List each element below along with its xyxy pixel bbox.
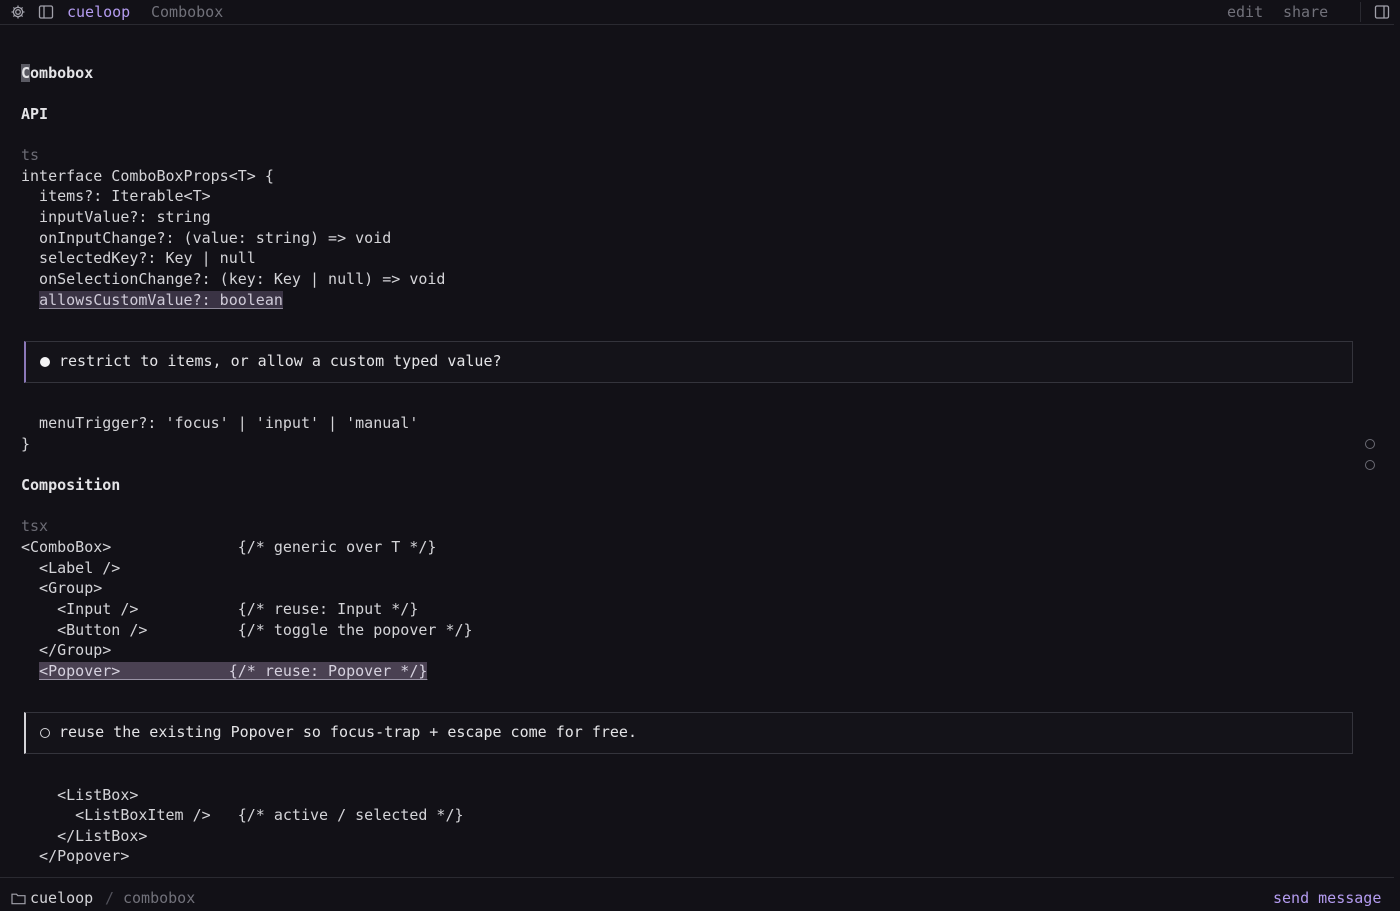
code-line-annotated[interactable]: <Popover> {/* reuse: Popover */} [21, 661, 428, 681]
code-line-annotated[interactable]: allowsCustomValue?: boolean [21, 290, 283, 310]
code-line: <Group> [21, 579, 103, 597]
top-bar: cueloop Combobox edit share [0, 0, 1394, 25]
edit-button[interactable]: edit [1227, 3, 1263, 21]
resolved-dot-icon [40, 728, 50, 738]
code-line: onInputChange?: (value: string) => void [21, 229, 392, 247]
folder-icon [11, 891, 26, 905]
comment-thread[interactable]: reuse the existing Popover so focus-trap… [24, 712, 1353, 754]
code-line: </Group> [21, 641, 112, 659]
code-line: onSelectionChange?: (key: Key | null) =>… [21, 270, 446, 288]
page-breadcrumb: Combobox [151, 3, 224, 21]
code-line: <Button /> {/* toggle the popover */} [21, 621, 473, 639]
gear-icon[interactable] [10, 4, 26, 20]
text-cursor: C [21, 64, 31, 82]
code-line: <Label /> [21, 559, 121, 577]
bottom-bar: cueloop / combobox send message [0, 877, 1394, 911]
comment-text: restrict to items, or allow a custom typ… [59, 352, 502, 370]
code-line: interface ComboBoxProps<T> { [21, 167, 274, 185]
brand-name[interactable]: cueloop [67, 3, 130, 21]
page-title: Combobox [21, 64, 94, 82]
breadcrumb-page[interactable]: combobox [123, 889, 195, 907]
breadcrumb-separator: / [105, 889, 115, 907]
code-line: <ComboBox> {/* generic over T */} [21, 538, 437, 556]
annotated-code-highlight[interactable]: allowsCustomValue?: boolean [39, 291, 283, 309]
code-line: inputValue?: string [21, 208, 211, 226]
code-language-label: ts [21, 146, 40, 164]
code-line: items?: Iterable<T> [21, 187, 211, 205]
annotated-code-highlight[interactable]: <Popover> {/* reuse: Popover */} [39, 662, 428, 680]
send-message-button[interactable]: send message [1273, 889, 1381, 907]
code-line: </ListBox> [21, 827, 148, 845]
comment-text: reuse the existing Popover so focus-trap… [59, 723, 637, 741]
workspace-name[interactable]: cueloop [30, 889, 93, 907]
code-line: menuTrigger?: 'focus' | 'input' | 'manua… [21, 414, 419, 432]
api-heading: API [21, 105, 49, 123]
code-line: </Popover> [21, 847, 130, 865]
code-line: selectedKey?: Key | null [21, 249, 256, 267]
comment-thread[interactable]: restrict to items, or allow a custom typ… [24, 341, 1353, 383]
sidebar-toggle-icon[interactable] [38, 4, 54, 20]
code-line: } [21, 435, 31, 453]
comment-marker-icon[interactable] [1365, 439, 1375, 449]
code-line: <ListBoxItem /> {/* active / selected */… [21, 806, 464, 824]
comment-marker-icon[interactable] [1365, 460, 1375, 470]
composition-heading: Composition [21, 476, 121, 494]
divider [1360, 2, 1361, 22]
code-line: <ListBox> [21, 786, 139, 804]
panel-right-icon[interactable] [1374, 4, 1390, 20]
code-line: <Input /> {/* reuse: Input */} [21, 600, 419, 618]
unresolved-dot-icon [40, 357, 50, 367]
share-button[interactable]: share [1283, 3, 1328, 21]
code-language-label: tsx [21, 517, 49, 535]
